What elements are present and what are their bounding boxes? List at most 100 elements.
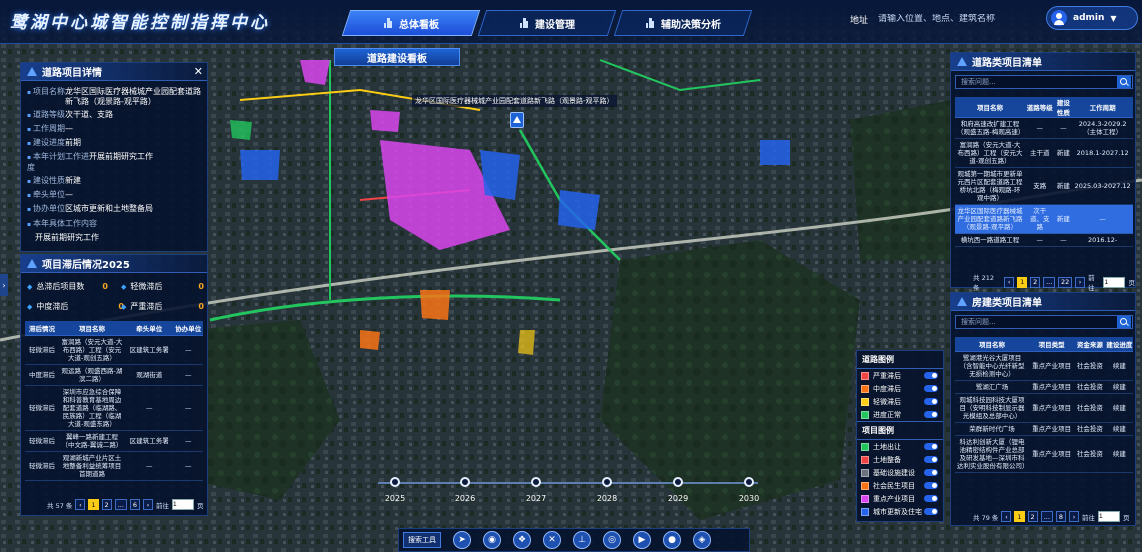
timeline-node[interactable] xyxy=(460,477,470,487)
play-icon[interactable]: ▶ xyxy=(633,531,651,549)
table-row[interactable]: 科达利创新大厦（锂电池精密结构件产业总部及研发基地—深圳市科达利实业股份有限公司… xyxy=(955,435,1133,473)
table-row[interactable]: 荣群新时代广场 重点产业项目 社会投资 续建 xyxy=(955,422,1133,436)
road-icon xyxy=(27,67,37,76)
timeline-year[interactable]: 2026 xyxy=(445,494,485,503)
table-row[interactable]: 和府高速改扩建工程（观盛五路-梅观高速） — —2024.3-2029.2（主体工程… xyxy=(955,117,1133,139)
timeline-year[interactable]: 2029 xyxy=(658,494,698,503)
goto-page-input[interactable] xyxy=(172,499,195,510)
timeline-year[interactable]: 2028 xyxy=(587,494,627,503)
panel-expand-arrow-icon[interactable]: › xyxy=(0,274,8,296)
chevron-down-icon: ▼ xyxy=(1110,13,1117,23)
address-search: 地址 xyxy=(850,8,1030,30)
table-row[interactable]: 横坑西一路道路工程 — —2016.12- xyxy=(955,233,1133,247)
page-button[interactable]: 1 xyxy=(1014,511,1025,522)
road-detail-panel: 道路项目详情 ✕ 项目名称龙华区国际医疗器械城产业园配套道路新飞路（观景路-观平… xyxy=(20,62,208,252)
detail-row: 建设性质新建 xyxy=(27,176,207,187)
stat-minor[interactable]: ◆ 轻微滞后 0 xyxy=(121,281,204,292)
table-row[interactable]: 中度滞后 观运路（观盛西路-湖滨二路） 观湖街道 — xyxy=(25,364,203,386)
page-button[interactable]: 2 xyxy=(1030,276,1041,288)
table-row[interactable]: 轻微滞后 富润路（安元大道-大布西路）工程（安元大道-观创五路） 区建筑工务署 — xyxy=(25,335,203,365)
goto-page-input[interactable] xyxy=(1098,511,1121,522)
detail-row: 工作周期— xyxy=(27,124,207,135)
table-row[interactable]: 轻微滞后 翼峰一路新建工程（中文路-翼诚二路） 区建筑工务署 — xyxy=(25,430,203,452)
globe-icon[interactable]: ● xyxy=(663,531,681,549)
next-page-icon[interactable]: › xyxy=(1069,511,1080,522)
timeline-node[interactable] xyxy=(744,477,754,487)
page-button[interactable]: 1 xyxy=(88,499,99,510)
location-pin-icon[interactable]: ◉ xyxy=(483,531,501,549)
layer-toggle[interactable] xyxy=(924,372,938,379)
project-pin-icon[interactable] xyxy=(510,112,524,128)
avatar-icon xyxy=(1051,10,1067,26)
legend-project-item: 重点产业项目 xyxy=(857,492,943,505)
page-button[interactable]: 6 xyxy=(129,499,141,510)
eye-icon[interactable]: ◎ xyxy=(603,531,621,549)
prev-page-icon[interactable]: ‹ xyxy=(75,499,86,510)
layer-toggle[interactable] xyxy=(924,411,938,418)
timeline-year[interactable]: 2027 xyxy=(516,494,556,503)
page-button[interactable]: 22 xyxy=(1058,276,1073,288)
goto-label: 前往 xyxy=(1082,513,1096,522)
building-search-input[interactable] xyxy=(956,318,1117,326)
close-tool-icon[interactable]: ✕ xyxy=(543,531,561,549)
legend-swatch xyxy=(861,494,869,503)
search-tool-button[interactable]: 搜索工具 xyxy=(403,532,441,548)
page-button[interactable]: 2 xyxy=(101,499,112,510)
user-menu[interactable]: admin ▼ xyxy=(1046,6,1138,30)
layers-icon[interactable]: ❖ xyxy=(513,531,531,549)
layer-toggle[interactable] xyxy=(924,508,938,515)
tab-overview[interactable]: 总体看板 xyxy=(341,10,481,36)
table-row[interactable]: 观城科技园科技大厦项目（安明科技制显示器光模组及总部中心） 重点产业项目 社会投资续… xyxy=(955,393,1133,423)
stat-severe[interactable]: ◆ 严重滞后 0 xyxy=(121,301,204,312)
column-header: 牵头单位 xyxy=(124,321,174,336)
table-row[interactable]: 鹭湖汇广场 重点产业项目 社会投资 续建 xyxy=(955,380,1133,394)
page-button[interactable]: 8 xyxy=(1055,511,1067,522)
timeline-year[interactable]: 2025 xyxy=(375,494,415,503)
table-row[interactable]: 观城第一期城市更新单元西片区配套道路工程桥坑北路（梅观路-环观中路） 支路 新建 20… xyxy=(955,167,1133,205)
stat-total[interactable]: ◆ 总滞后项目数 0 xyxy=(27,281,108,292)
legend-swatch xyxy=(861,371,869,380)
stat-moderate[interactable]: ◆ 中度滞后 0 xyxy=(27,301,124,312)
search-icon[interactable] xyxy=(1117,316,1131,328)
layer-toggle[interactable] xyxy=(924,443,938,450)
page-button[interactable]: 1 xyxy=(1017,276,1028,288)
timeline-node[interactable] xyxy=(531,477,541,487)
layer-toggle[interactable] xyxy=(924,456,938,463)
timeline-node[interactable] xyxy=(390,477,400,487)
table-row-selected[interactable]: 龙华区国际医疗器械城产业园配套道路新飞路（观景路-观平路） 次干道、支路 新建 — xyxy=(955,204,1133,234)
layer-toggle[interactable] xyxy=(924,495,938,502)
table-row[interactable]: 鹭湖港光谷大厦项目（含智能中心光纤新型无损检测中心） 重点产业项目 社会投资 续建 xyxy=(955,351,1133,381)
detail-list: 项目名称龙华区国际医疗器械城产业园配套道路新飞路（观景路-观平路） 道路等级次干… xyxy=(21,81,207,243)
next-page-icon[interactable]: › xyxy=(1075,276,1086,288)
timeline-node[interactable] xyxy=(673,477,683,487)
layer-toggle[interactable] xyxy=(924,482,938,489)
prev-page-icon[interactable]: ‹ xyxy=(1001,511,1012,522)
goto-page-input[interactable] xyxy=(1103,276,1126,288)
measure-icon[interactable]: ⊥ xyxy=(573,531,591,549)
table-row[interactable]: 轻微滞后 深圳市应急综合保障和科普教育基地周边配套道路（临湖路、民族路）工程（临湖… xyxy=(25,385,203,431)
close-icon[interactable]: ✕ xyxy=(194,65,203,78)
timeline-node[interactable] xyxy=(602,477,612,487)
cube-icon[interactable]: ◈ xyxy=(693,531,711,549)
road-search-input[interactable] xyxy=(956,78,1117,86)
layer-toggle[interactable] xyxy=(924,398,938,405)
page-button[interactable]: 2 xyxy=(1027,511,1038,522)
layer-toggle[interactable] xyxy=(924,469,938,476)
page-ellipsis[interactable]: ... xyxy=(1043,276,1056,288)
page-ellipsis[interactable]: ... xyxy=(1040,511,1053,522)
address-search-input[interactable] xyxy=(878,14,1019,24)
navigate-icon[interactable]: ➤ xyxy=(453,531,471,549)
search-icon[interactable] xyxy=(1117,76,1131,88)
timeline-year[interactable]: 2030 xyxy=(729,494,769,503)
next-page-icon[interactable]: › xyxy=(143,499,154,510)
table-row[interactable]: 轻微滞后 观湖新城产业片区土地整备利益统筹项目首期道路 — — xyxy=(25,451,203,481)
map-project-label[interactable]: 龙华区国际医疗器械城产业园配套道路新飞路（观景路-观平路） xyxy=(412,95,617,107)
tab-construction[interactable]: 建设管理 xyxy=(477,10,617,36)
layer-toggle[interactable] xyxy=(924,385,938,392)
table-row[interactable]: 富润路（安元大道-大布西路）工程（安元大道-观创五路） 主干道 新建 2018.1-2… xyxy=(955,138,1133,168)
detail-content-value: 开展前期研究工作 xyxy=(35,233,99,242)
timeline-track xyxy=(378,482,758,484)
prev-page-icon[interactable]: ‹ xyxy=(1004,276,1015,288)
page-ellipsis[interactable]: ... xyxy=(114,499,127,510)
tab-decision[interactable]: 辅助决策分析 xyxy=(613,10,753,36)
